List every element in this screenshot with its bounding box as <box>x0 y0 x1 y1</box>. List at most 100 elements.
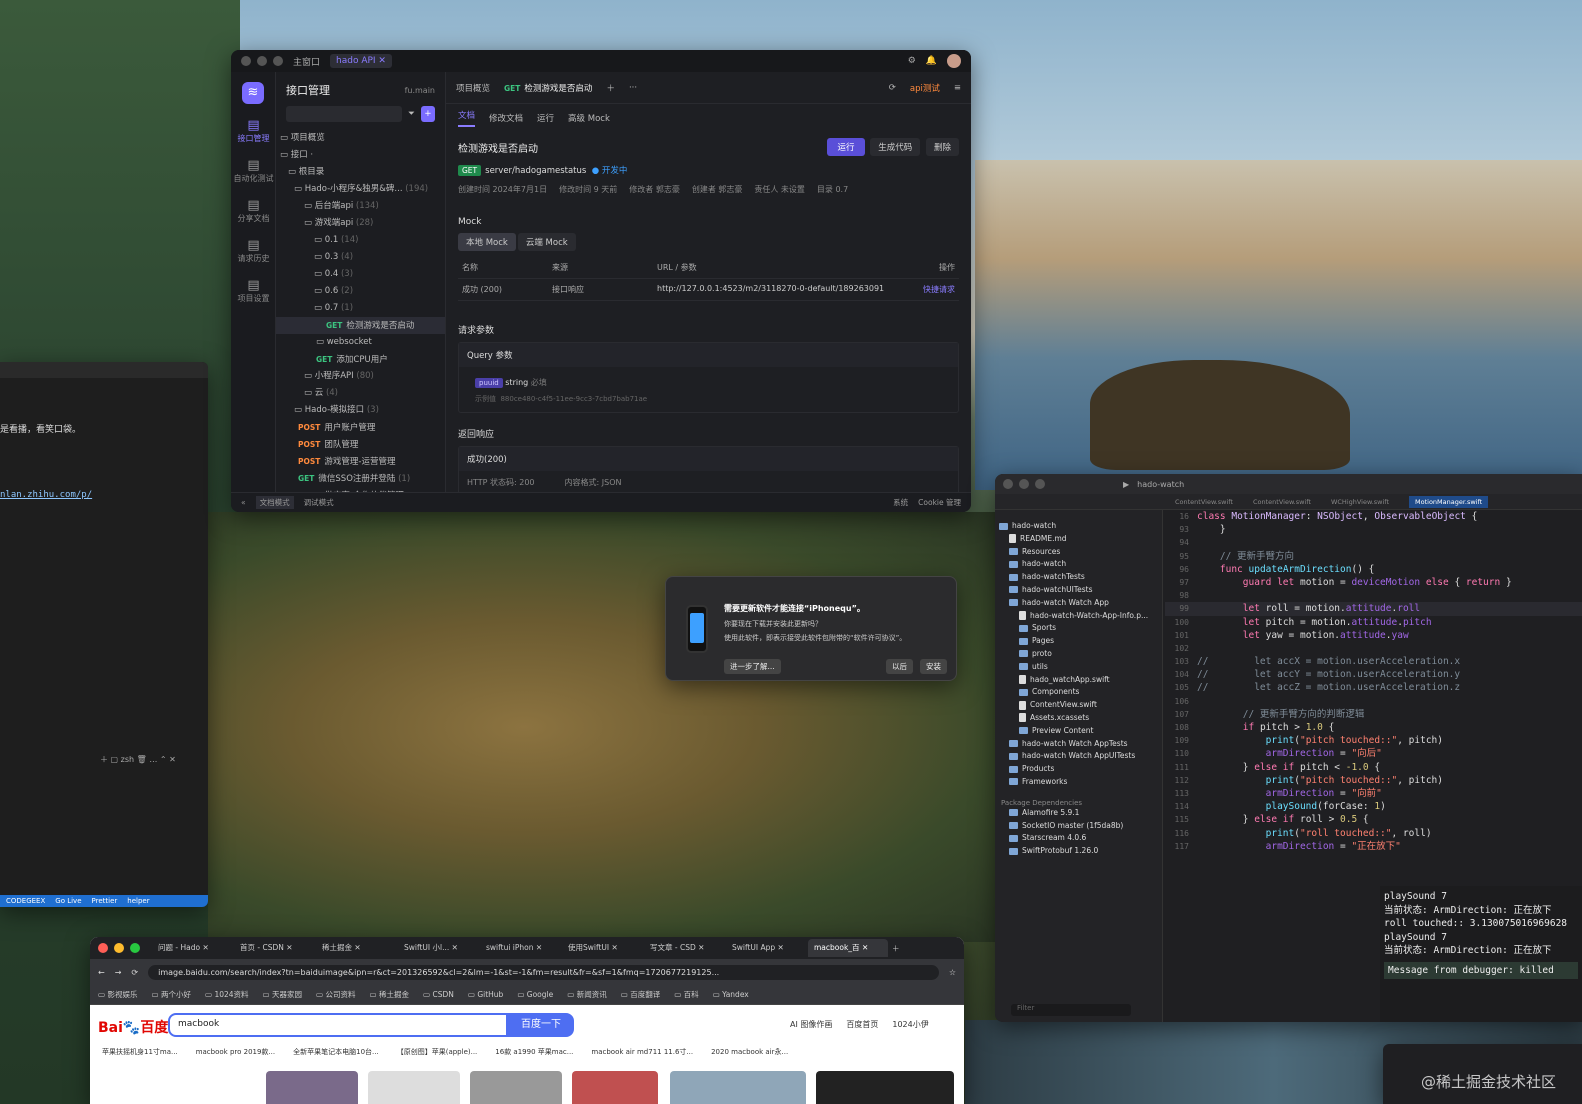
nav-item[interactable]: hado-watch Watch App <box>995 597 1162 610</box>
gear-icon[interactable]: ⚙ <box>908 56 916 66</box>
tree-item[interactable]: ▭ 云 (4) <box>276 385 445 402</box>
bookmark[interactable]: ▭ GitHub <box>468 990 503 999</box>
gen-code-button[interactable]: 生成代码 <box>870 138 921 156</box>
collapse-icon[interactable]: « <box>241 498 246 507</box>
tree-item[interactable]: ▭ 0.6 (2) <box>276 283 445 300</box>
tree-item[interactable]: POST 游戏管理-运营管理 <box>276 453 445 470</box>
nav-item[interactable]: hado-watch Watch AppUITests <box>995 750 1162 763</box>
tab-app[interactable]: hado API ✕ <box>330 54 392 68</box>
package-item[interactable]: Alamofire 5.9.1 <box>995 807 1162 820</box>
bookmark[interactable]: ▭ 百科 <box>674 989 698 1000</box>
nav-item[interactable]: utils <box>995 661 1162 674</box>
star-icon[interactable]: ☆ <box>949 968 956 977</box>
baidu-home-link[interactable]: 百度首页 <box>846 1019 878 1030</box>
tree-item[interactable]: POST 用户账户管理 <box>276 419 445 436</box>
search-input[interactable]: macbook <box>168 1013 508 1037</box>
nav-item[interactable]: Resources <box>995 546 1162 559</box>
nav-item[interactable]: hado-watch <box>995 520 1162 533</box>
later-button[interactable]: 以后 <box>886 659 913 674</box>
nav-item[interactable]: hado_watchApp.swift <box>995 674 1162 687</box>
ai-button[interactable]: AI 图像作画 <box>790 1019 832 1030</box>
add-tab-icon[interactable]: ＋ <box>606 82 615 94</box>
nav-item[interactable]: Frameworks <box>995 776 1162 789</box>
tree-item[interactable]: ▭ 后台端api (134) <box>276 198 445 215</box>
sub-tab[interactable]: 修改文档 <box>489 112 523 124</box>
bookmark[interactable]: ▭ 1024资料 <box>205 989 249 1000</box>
filter-input[interactable]: Filter <box>1011 1004 1131 1016</box>
debug-mode-button[interactable]: 调试模式 <box>304 497 334 508</box>
status-codegeex[interactable]: CODEGEEX <box>6 897 45 905</box>
tree-item[interactable]: GET 检测游戏是否启动 <box>276 317 445 334</box>
run-button[interactable]: 运行 <box>827 138 865 156</box>
package-item[interactable]: SocketIO master (1f5da8b) <box>995 820 1162 833</box>
bookmark[interactable]: ▭ 影视娱乐 <box>98 989 137 1000</box>
tree-item[interactable]: ▭ Hado-小程序&独男&碑... (194) <box>276 181 445 198</box>
browser-tab[interactable]: SwiftUI App ✕ <box>726 939 806 957</box>
baidu-logo[interactable]: Bai🐾百度 <box>98 1017 168 1037</box>
tree-search-input[interactable] <box>286 106 402 122</box>
max-dot[interactable] <box>1035 479 1045 489</box>
env-select[interactable]: api测试 <box>910 82 940 94</box>
result-caption[interactable]: 全新苹果笔记本电脑10台... <box>293 1047 379 1057</box>
avatar[interactable] <box>947 54 961 68</box>
result-caption[interactable]: 苹果扶摇机身11寸ma... <box>102 1047 178 1057</box>
browser-tab[interactable]: 写文章 - CSD ✕ <box>644 939 724 957</box>
quick-request-link[interactable]: 快捷请求 <box>918 279 959 301</box>
cookie-button[interactable]: Cookie 管理 <box>918 497 961 508</box>
close-dot[interactable] <box>1003 479 1013 489</box>
result-thumb[interactable] <box>470 1071 562 1104</box>
install-button[interactable]: 安装 <box>920 659 947 674</box>
sub-tab[interactable]: 运行 <box>537 112 554 124</box>
bookmark[interactable]: ▭ 新闻资讯 <box>567 989 606 1000</box>
refresh-icon[interactable]: ⟳ <box>889 83 896 93</box>
bookmark[interactable]: ▭ Google <box>517 990 553 999</box>
nav-item[interactable]: Assets.xcassets <box>995 712 1162 725</box>
browser-tab[interactable]: 稀土掘金 ✕ <box>316 939 396 957</box>
result-caption[interactable]: macbook pro 2019款... <box>196 1047 275 1057</box>
delete-button[interactable]: 删除 <box>925 138 959 156</box>
result-thumb[interactable] <box>368 1071 460 1104</box>
tree-item[interactable]: ▭ Hado-模拟接口 (3) <box>276 402 445 419</box>
tree-item[interactable]: ▭ websocket <box>276 334 445 351</box>
forward-icon[interactable]: → <box>115 968 122 977</box>
bell-icon[interactable]: 🔔 <box>926 56 937 66</box>
tab-overview[interactable]: 项目概览 <box>456 82 490 94</box>
back-icon[interactable]: ← <box>98 968 105 977</box>
sub-tab[interactable]: 高级 Mock <box>568 112 610 124</box>
max-dot[interactable] <box>273 56 283 66</box>
browser-tab[interactable]: macbook_百 ✕ <box>808 939 888 957</box>
local-mock-tab[interactable]: 本地 Mock <box>458 233 516 251</box>
nav-item[interactable]: README.md <box>995 533 1162 546</box>
rail-item[interactable]: ▤ 接口管理 <box>231 118 276 144</box>
tree-item[interactable]: ▭ 游戏端api (28) <box>276 215 445 232</box>
nav-item[interactable]: Pages <box>995 635 1162 648</box>
branch-select[interactable]: fu.main <box>405 86 435 95</box>
status-golive[interactable]: Go Live <box>55 897 81 905</box>
nav-item[interactable]: Preview Content <box>995 725 1162 738</box>
nav-item[interactable]: Products <box>995 763 1162 776</box>
result-thumb[interactable] <box>266 1071 358 1104</box>
more-icon[interactable]: ··· <box>629 83 637 93</box>
status-helper[interactable]: helper <box>127 897 149 905</box>
menu-icon[interactable]: ≡ <box>954 83 961 93</box>
tree-item[interactable]: ▭ 根目录 <box>276 164 445 181</box>
bookmark[interactable]: ▭ 稀土掘金 <box>370 989 409 1000</box>
close-dot[interactable] <box>98 943 108 953</box>
tree-item[interactable]: ▭ 0.7 (1) <box>276 300 445 317</box>
filter-icon[interactable]: ⏷ <box>408 109 415 119</box>
mock-url[interactable]: http://127.0.0.1:4523/m2/3118270-0-defau… <box>653 279 918 301</box>
terminal-label[interactable]: ＋ ▢ zsh 🗑 … ⌃ ✕ <box>100 754 176 765</box>
browser-tab[interactable]: 使用SwiftUI ✕ <box>562 939 642 957</box>
file-tab[interactable]: WCHighView.swift <box>1331 498 1389 506</box>
nav-item[interactable]: proto <box>995 648 1162 661</box>
user-link[interactable]: 1024小伊 <box>892 1019 928 1030</box>
browser-tab[interactable]: SwiftUI 小l... ✕ <box>398 939 478 957</box>
tree-item[interactable]: ▭ 0.4 (3) <box>276 266 445 283</box>
bookmark[interactable]: ▭ 百度翻译 <box>621 989 660 1000</box>
result-thumb[interactable] <box>670 1071 806 1104</box>
learn-more-button[interactable]: 进一步了解... <box>724 659 781 674</box>
min-dot[interactable] <box>257 56 267 66</box>
tab-home[interactable]: 主窗口 <box>293 55 320 68</box>
rail-item[interactable]: ▤ 项目设置 <box>231 278 276 304</box>
reload-icon[interactable]: ⟳ <box>131 968 138 977</box>
